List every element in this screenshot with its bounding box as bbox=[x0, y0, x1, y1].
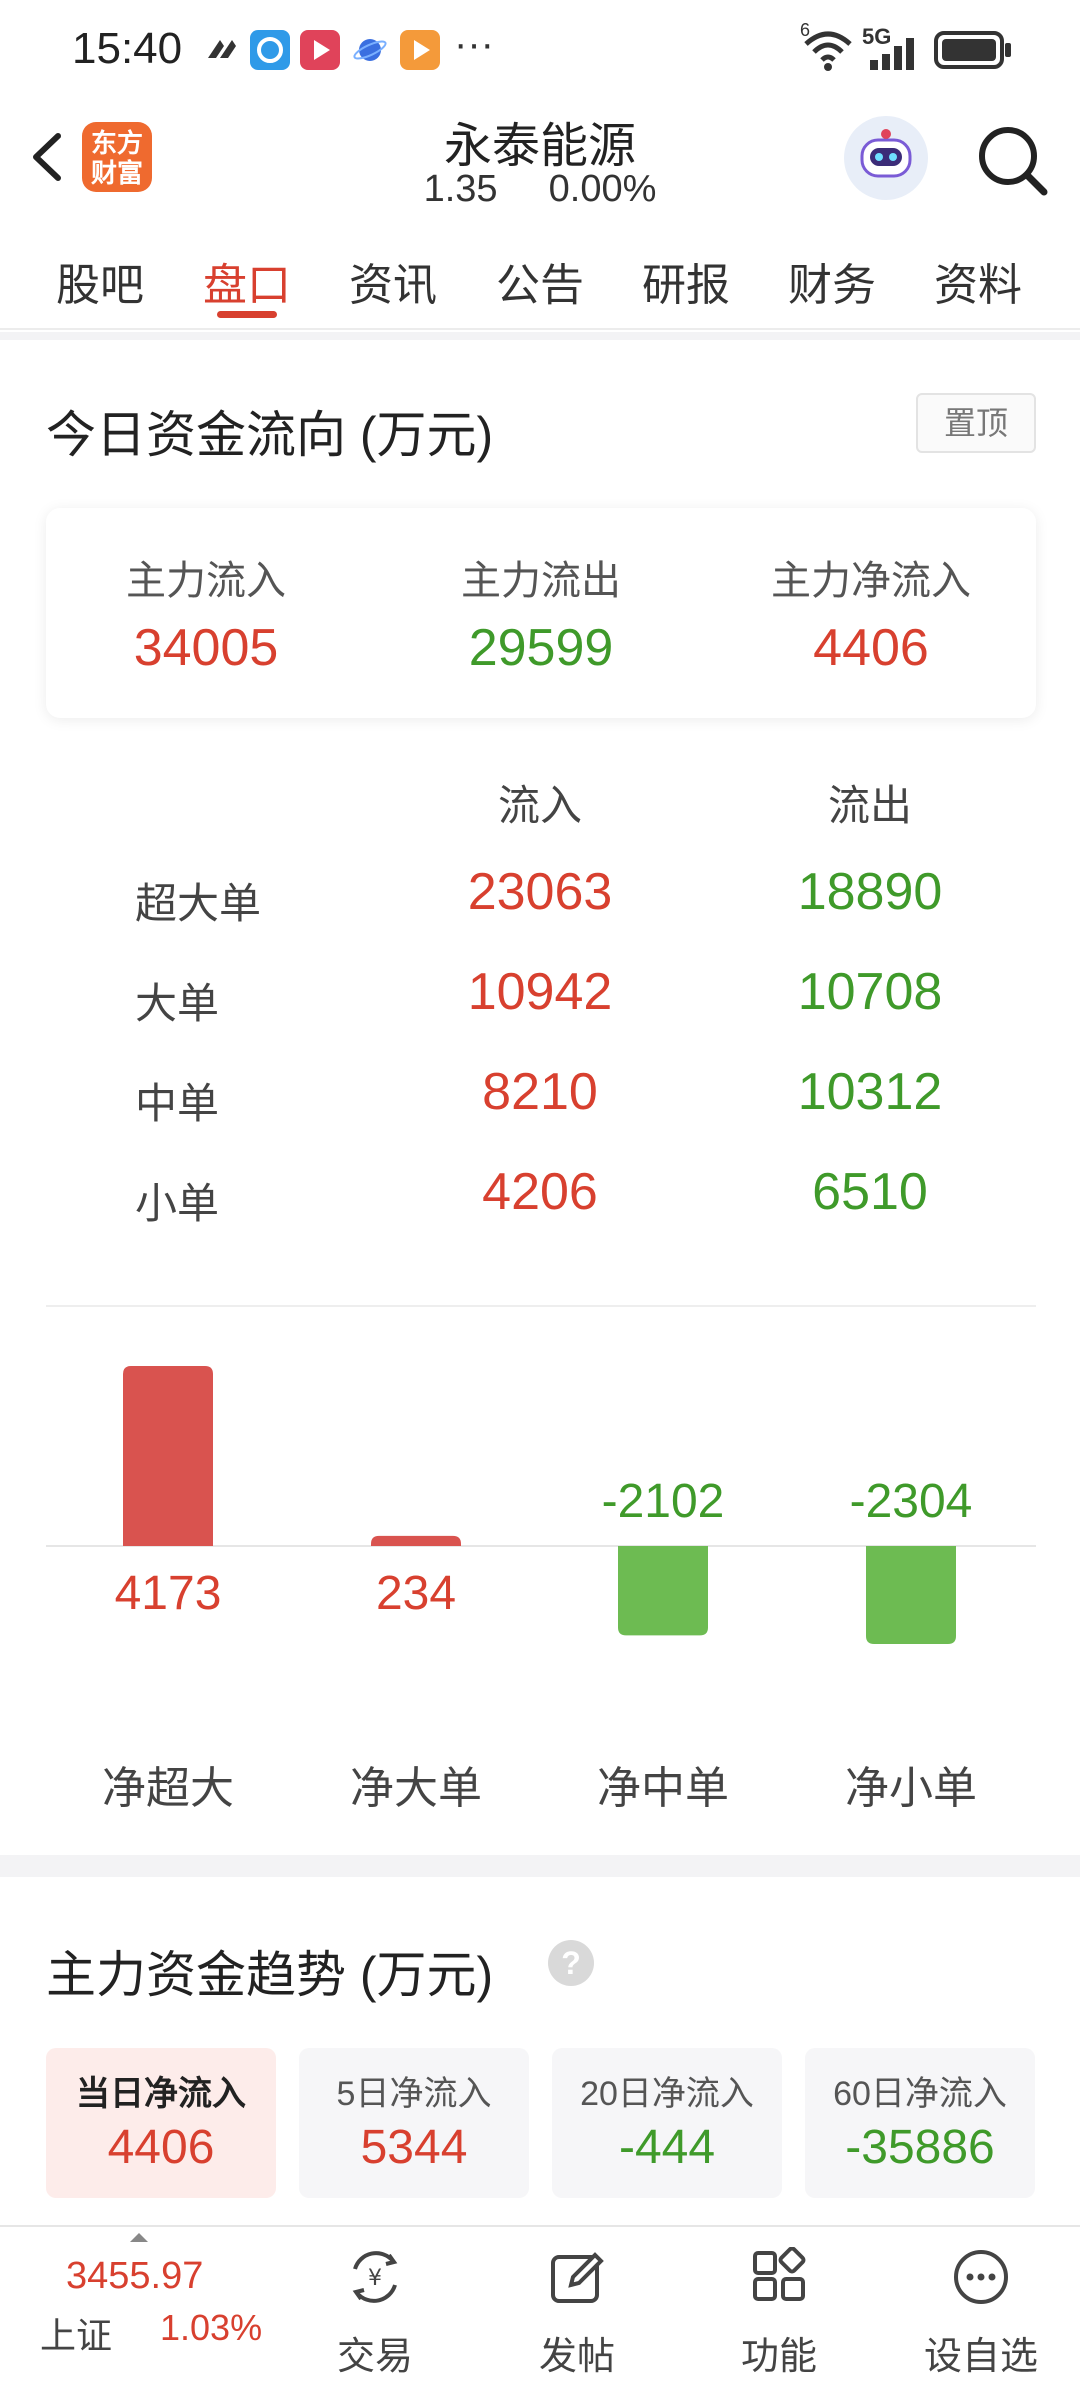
super-large-outflow: 18890 bbox=[797, 863, 943, 921]
trend-card-label: 5日净流入 bbox=[336, 2075, 492, 2113]
media-app-icon bbox=[400, 30, 440, 70]
main-inflow-label: 主力流入 bbox=[126, 559, 286, 603]
trend-card-today[interactable]: 当日净流入 4406 bbox=[46, 2048, 276, 2198]
planet-app-icon bbox=[350, 30, 390, 70]
active-tab-indicator bbox=[217, 311, 277, 318]
medium-outflow: 10312 bbox=[797, 1063, 943, 1121]
nav-label: 功能 bbox=[740, 2336, 817, 2378]
col-header-outflow: 流出 bbox=[827, 782, 912, 829]
tab-announcements[interactable]: 公告 bbox=[480, 249, 600, 313]
battery-icon bbox=[934, 30, 1014, 70]
nav-label: 交易 bbox=[336, 2336, 413, 2378]
nav-trade[interactable]: ¥ 交易 bbox=[290, 2227, 460, 2402]
index-ticker[interactable]: 3455.97 上证 1.03% bbox=[20, 2227, 280, 2402]
trend-card-value: 5344 bbox=[360, 2121, 468, 2174]
nav-functions[interactable]: 功能 bbox=[694, 2227, 864, 2402]
nav-label: 发帖 bbox=[538, 2336, 615, 2378]
nav-add-watchlist[interactable]: 设自选 bbox=[896, 2227, 1066, 2402]
row-label-medium: 中单 bbox=[135, 1080, 220, 1127]
bar-1 bbox=[371, 1535, 461, 1546]
pin-top-button[interactable]: 置顶 bbox=[916, 393, 1036, 453]
index-name: 上证 bbox=[40, 2315, 113, 2356]
stock-price: 1.35 bbox=[423, 168, 498, 210]
bar-value-label: -2304 bbox=[849, 1475, 973, 1528]
main-outflow-value: 29599 bbox=[468, 619, 614, 677]
signal-app-icon bbox=[202, 30, 242, 70]
row-label-super-large: 超大单 bbox=[135, 880, 262, 927]
row-label-small: 小单 bbox=[135, 1180, 220, 1227]
large-inflow: 10942 bbox=[467, 963, 613, 1021]
stock-change: 0.00% bbox=[548, 168, 657, 210]
small-outflow: 6510 bbox=[812, 1163, 928, 1221]
search-icon[interactable] bbox=[972, 120, 1052, 200]
trend-title: 主力资金趋势 (万元) bbox=[46, 1947, 494, 2003]
svg-text:¥: ¥ bbox=[368, 2266, 382, 2291]
net-flow-chart: 4173 净超大 234 净大单 -2102 净中单 -2304 净小单 bbox=[0, 1310, 1080, 1830]
bar-category-label: 净超大 bbox=[102, 1764, 234, 1813]
more-dots-icon bbox=[951, 2247, 1011, 2307]
row-label-large: 大单 bbox=[135, 980, 220, 1027]
bar-value-label: -2102 bbox=[601, 1475, 725, 1528]
bar-category-label: 净大单 bbox=[350, 1764, 482, 1813]
trend-card-value: -444 bbox=[618, 2121, 716, 2174]
status-time: 15:40 bbox=[72, 24, 183, 73]
nav-label: 设自选 bbox=[923, 2336, 1038, 2378]
bar-3 bbox=[866, 1546, 956, 1644]
bar-category-label: 净小单 bbox=[845, 1764, 977, 1813]
grid-apps-icon bbox=[749, 2246, 809, 2307]
cellular-signal-icon bbox=[866, 36, 922, 72]
tab-pankou[interactable]: 盘口 bbox=[187, 249, 307, 313]
main-flow-summary: 主力流入 34005 主力流出 29599 主力净流入 4406 bbox=[46, 508, 1036, 718]
help-icon[interactable]: ? bbox=[548, 1940, 594, 1986]
bar-category-label: 净中单 bbox=[597, 1764, 729, 1813]
index-value: 3455.97 bbox=[66, 2255, 204, 2297]
large-outflow: 10708 bbox=[797, 963, 943, 1021]
main-net-inflow-label: 主力净流入 bbox=[771, 559, 971, 603]
edit-post-icon bbox=[547, 2247, 607, 2307]
capital-flow-title: 今日资金流向 (万元) bbox=[46, 407, 494, 463]
section-divider bbox=[0, 1855, 1080, 1877]
nav-post[interactable]: 发帖 bbox=[492, 2227, 662, 2402]
more-notifications: ··· bbox=[454, 22, 494, 66]
robot-assistant-icon[interactable] bbox=[844, 116, 928, 200]
main-inflow-value: 34005 bbox=[133, 619, 279, 677]
tab-news[interactable]: 资讯 bbox=[333, 249, 453, 313]
trend-card-label: 60日净流入 bbox=[833, 2075, 1007, 2113]
expand-up-icon bbox=[130, 2233, 148, 2242]
tab-research[interactable]: 研报 bbox=[626, 249, 746, 313]
trend-card-value: -35886 bbox=[845, 2121, 995, 2174]
stock-header: 东方财富 永泰能源 1.35 0.00% bbox=[0, 100, 1080, 225]
medium-inflow: 8210 bbox=[482, 1063, 598, 1121]
chart-divider bbox=[46, 1305, 1036, 1307]
trend-card-20day[interactable]: 20日净流入 -444 bbox=[552, 2048, 782, 2198]
wifi-icon: 6 bbox=[800, 20, 856, 72]
bar-value-label: 4173 bbox=[114, 1567, 222, 1620]
tab-guba[interactable]: 股吧 bbox=[40, 249, 160, 313]
index-change: 1.03% bbox=[160, 2307, 263, 2348]
bar-2 bbox=[618, 1546, 708, 1636]
trend-card-5day[interactable]: 5日净流入 5344 bbox=[299, 2048, 529, 2198]
trend-card-value: 4406 bbox=[107, 2121, 215, 2174]
wifi-badge: 6 bbox=[800, 20, 811, 40]
bar-value-label: 234 bbox=[375, 1567, 457, 1620]
video-app-icon bbox=[300, 30, 340, 70]
tab-finance[interactable]: 财务 bbox=[772, 249, 892, 313]
trend-card-label: 20日净流入 bbox=[580, 2075, 754, 2113]
super-large-inflow: 23063 bbox=[467, 863, 613, 921]
section-divider bbox=[0, 332, 1080, 340]
trend-card-label: 当日净流入 bbox=[76, 2075, 246, 2113]
bar-0 bbox=[123, 1366, 213, 1546]
trend-card-60day[interactable]: 60日净流入 -35886 bbox=[805, 2048, 1035, 2198]
main-net-inflow-value: 4406 bbox=[813, 619, 929, 677]
main-outflow-label: 主力流出 bbox=[461, 559, 621, 603]
app-notification-icon bbox=[250, 30, 290, 70]
status-bar: 15:40 ··· 6 5G bbox=[0, 0, 1080, 100]
bottom-nav: 3455.97 上证 1.03% ¥ 交易 发帖 功能 设自选 bbox=[0, 2225, 1080, 2400]
tab-bar: 股吧 盘口 资讯 公告 研报 财务 资料 bbox=[0, 225, 1080, 330]
yen-exchange-icon: ¥ bbox=[345, 2247, 405, 2307]
col-header-inflow: 流入 bbox=[497, 782, 582, 829]
tab-profile[interactable]: 资料 bbox=[918, 249, 1038, 313]
small-inflow: 4206 bbox=[482, 1163, 598, 1221]
